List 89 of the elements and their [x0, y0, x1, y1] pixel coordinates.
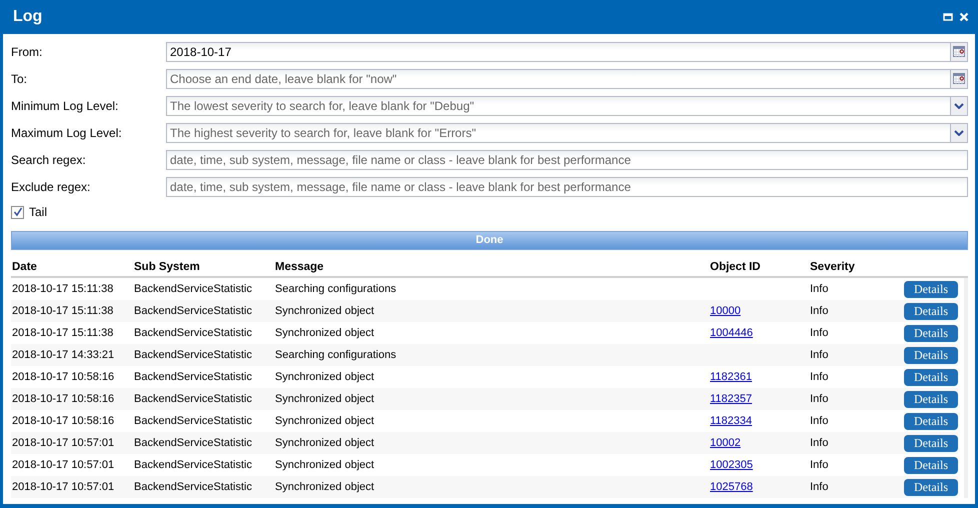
date-field[interactable]: 2018-10-17 [166, 42, 951, 62]
field-label: To: [11, 72, 28, 86]
details-button[interactable]: Details [904, 390, 958, 408]
calendar-icon [953, 46, 965, 57]
table-cell-text: 2018-10-17 15:11:38 [11, 305, 114, 317]
table-cell-text: 2018-10-17 10:58:16 [11, 371, 116, 383]
table-cell-text: Synchronized object [275, 459, 376, 471]
table-cell-text: Synchronized object [275, 415, 376, 427]
details-button[interactable]: Details [904, 302, 958, 320]
table-cell-text: Info [810, 305, 830, 317]
column-header: Message [275, 261, 325, 273]
column-header: Date [11, 261, 38, 273]
column-header: Object ID [710, 261, 762, 273]
table-cell-text: Synchronized object [275, 305, 376, 317]
object-link[interactable]: 10002 [710, 437, 741, 449]
chevron-down-icon [954, 130, 964, 136]
table-cell-text: Info [810, 371, 830, 383]
window-title: Log [13, 8, 42, 26]
table-cell-text: Info [810, 393, 830, 405]
dropdown-button[interactable] [951, 122, 968, 142]
details-button[interactable]: Details [904, 280, 958, 298]
table-cell-text: Info [810, 459, 830, 471]
table-cell-text: Info [810, 437, 830, 449]
table-cell-text: Synchronized object [275, 371, 376, 383]
calendar-button[interactable] [951, 68, 968, 88]
object-link[interactable]: 1182357 [710, 393, 752, 405]
input-field[interactable]: date, time, sub system, message, file name or class - leave blank for best performance [166, 150, 968, 170]
details-button[interactable]: Details [904, 324, 958, 342]
table-cell-text: 2018-10-17 10:58:16 [11, 393, 116, 405]
field-label: Maximum Log Level: [11, 126, 123, 140]
dropdown-field[interactable]: The lowest severity to search for, leave blank for "Debug" [166, 96, 951, 116]
object-link[interactable]: 10000 [710, 305, 741, 317]
table-cell-text: BackendServiceStatistic [134, 327, 253, 339]
table-cell-text: 2018-10-17 10:57:01 [11, 481, 116, 493]
dropdown-field[interactable]: The highest severity to search for, leave blank for "Errors" [166, 122, 951, 142]
checkbox-label: Tail [29, 205, 48, 219]
table-cell-text: Searching configurations [275, 349, 398, 361]
table-cell-text: Synchronized object [275, 437, 376, 449]
table-cell-text: 2018-10-17 10:57:01 [11, 459, 116, 471]
object-link[interactable]: 1025768 [710, 481, 753, 493]
table-cell-text: Info [810, 327, 830, 339]
table-cell-text: BackendServiceStatistic [134, 437, 253, 449]
field-label: Exclude regex: [11, 180, 92, 194]
table-cell-text: BackendServiceStatistic [134, 459, 253, 471]
table-cell-text: 2018-10-17 14:33:21 [11, 349, 116, 361]
details-button[interactable]: Details [904, 456, 958, 474]
object-link[interactable]: 1002305 [710, 459, 753, 471]
table-cell-text: BackendServiceStatistic [134, 393, 253, 405]
details-button[interactable]: Details [904, 412, 958, 430]
table-cell-text: 2018-10-17 15:11:38 [11, 283, 114, 295]
table-cell-text: Info [810, 349, 830, 361]
object-link[interactable]: 1004446 [710, 327, 753, 339]
calendar-button[interactable] [951, 42, 968, 62]
table-cell-text: Info [810, 415, 830, 427]
table-cell-text: Synchronized object [275, 327, 376, 339]
object-link[interactable]: 1182361 [710, 371, 752, 383]
field-label: Search regex: [11, 152, 87, 166]
table-cell-text: Synchronized object [275, 393, 376, 405]
details-button[interactable]: Details [904, 478, 958, 496]
dropdown-button[interactable] [951, 96, 968, 116]
calendar-icon [953, 73, 965, 84]
table-cell-text: BackendServiceStatistic [134, 305, 253, 317]
maximize-icon[interactable] [943, 12, 953, 22]
details-button[interactable]: Details [904, 368, 958, 386]
table-cell-text: BackendServiceStatistic [134, 371, 253, 383]
field-label: From: [11, 44, 44, 58]
object-link[interactable]: 1182334 [710, 415, 752, 427]
chevron-down-icon [954, 102, 964, 108]
input-field[interactable]: date, time, sub system, message, file name or class - leave blank for best performance [166, 176, 968, 196]
table-cell-text: Synchronized object [275, 481, 376, 493]
table-cell-text: 2018-10-17 10:58:16 [11, 415, 116, 427]
checkbox[interactable] [11, 206, 24, 218]
date-field[interactable]: Choose an end date, leave blank for "now" [166, 68, 951, 88]
table-cell-text: Searching configurations [275, 283, 398, 295]
table-cell-text: BackendServiceStatistic [134, 481, 253, 493]
details-button[interactable]: Details [904, 346, 958, 364]
table-cell-text: BackendServiceStatistic [134, 349, 253, 361]
table-cell-text: BackendServiceStatistic [134, 415, 253, 427]
column-header: Sub System [134, 261, 201, 273]
column-header: Severity [810, 261, 856, 273]
table-cell-text: Info [810, 481, 830, 493]
table-cell-text: BackendServiceStatistic [134, 283, 253, 295]
table-cell-text: Info [810, 283, 830, 295]
field-label: Minimum Log Level: [11, 98, 120, 112]
details-button[interactable]: Details [904, 434, 958, 452]
progress-label: Done [474, 234, 504, 246]
close-icon[interactable] [959, 12, 969, 22]
table-cell-text: 2018-10-17 10:57:01 [11, 437, 116, 449]
table-cell-text: 2018-10-17 15:11:38 [11, 327, 114, 339]
